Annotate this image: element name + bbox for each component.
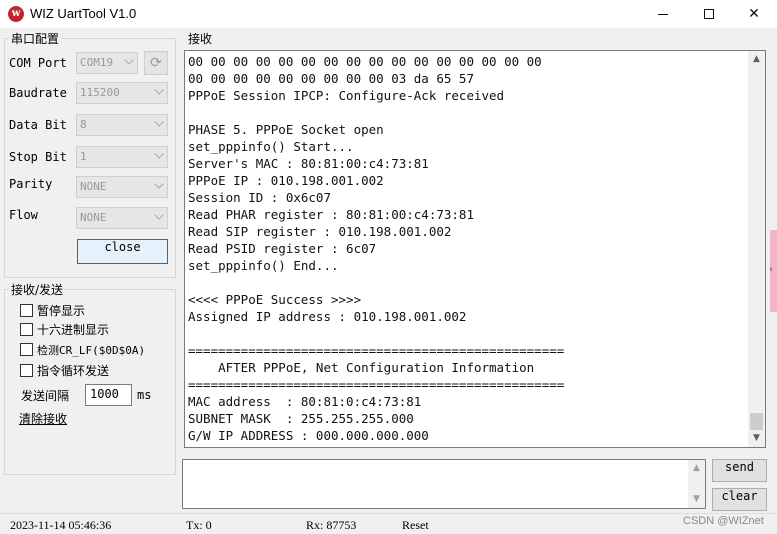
- status-rx-count: Rx: 87753: [306, 518, 357, 532]
- close-window-button[interactable]: ✕: [731, 0, 777, 28]
- send-scrollbar[interactable]: ▲ ▼: [688, 460, 705, 508]
- flow-label: Flow: [9, 208, 38, 222]
- send-interval-label: 发送间隔: [21, 389, 70, 403]
- chevron-down-icon: [124, 55, 134, 65]
- receive-title: 接收: [186, 30, 215, 47]
- baudrate-label: Baudrate: [9, 86, 67, 100]
- refresh-icon: ⟳: [150, 55, 162, 71]
- interval-unit-label: ms: [137, 388, 152, 402]
- baudrate-select[interactable]: 115200: [76, 82, 168, 104]
- minimize-button[interactable]: [640, 0, 686, 28]
- serial-config-title: 串口配置: [9, 30, 62, 47]
- hex-display-label: 十六进制显示: [37, 323, 110, 337]
- loop-send-checkbox[interactable]: [20, 364, 33, 377]
- flow-value: NONE: [80, 211, 107, 224]
- status-tx-count: Tx: 0: [186, 518, 212, 532]
- stop-bit-label: Stop Bit: [9, 150, 67, 164]
- maximize-icon: [704, 9, 714, 19]
- data-bit-value: 8: [80, 118, 87, 131]
- com-port-label: COM Port: [9, 56, 67, 70]
- chevron-left-icon: ‹: [769, 264, 773, 275]
- data-bit-select[interactable]: 8: [76, 114, 168, 136]
- chevron-down-icon: [154, 149, 164, 159]
- parity-value: NONE: [80, 180, 107, 193]
- close-icon: ✕: [748, 6, 760, 22]
- com-port-value: COM19: [80, 56, 114, 69]
- scroll-up-icon[interactable]: ▲: [688, 460, 705, 477]
- scroll-thumb[interactable]: [750, 413, 763, 430]
- pause-display-label: 暂停显示: [37, 304, 86, 318]
- scroll-down-icon[interactable]: ▼: [688, 491, 705, 508]
- send-interval-input[interactable]: 1000: [85, 384, 132, 406]
- chevron-down-icon: [154, 179, 164, 189]
- receive-textarea[interactable]: 00 00 00 00 00 00 00 00 00 00 00 00 00 0…: [184, 50, 766, 448]
- scroll-up-icon[interactable]: ▲: [748, 51, 765, 68]
- flow-select[interactable]: NONE: [76, 207, 168, 229]
- receive-log: 00 00 00 00 00 00 00 00 00 00 00 00 00 0…: [188, 54, 565, 443]
- watermark-text: CSDN @WIZnet: [683, 515, 764, 527]
- chevron-down-icon: [154, 210, 164, 220]
- scroll-down-icon[interactable]: ▼: [748, 430, 765, 447]
- window-title: WIZ UartTool V1.0: [30, 6, 137, 21]
- title-bar: w WIZ UartTool V1.0 ✕: [0, 0, 777, 28]
- pause-display-checkbox[interactable]: [20, 304, 33, 317]
- loop-send-label: 指令循环发送: [37, 364, 110, 378]
- side-collapse-tab[interactable]: ‹: [769, 230, 777, 312]
- chevron-down-icon: [154, 117, 164, 127]
- trx-options-title: 接收/发送: [9, 281, 66, 298]
- maximize-button[interactable]: [686, 0, 732, 28]
- data-bit-label: Data Bit: [9, 118, 67, 132]
- refresh-ports-button[interactable]: ⟳: [144, 51, 168, 75]
- parity-label: Parity: [9, 177, 53, 191]
- stop-bit-value: 1: [80, 150, 87, 163]
- clear-send-button[interactable]: clear: [712, 488, 767, 511]
- receive-scrollbar[interactable]: ▲ ▼: [748, 51, 765, 447]
- com-port-select[interactable]: COM19: [76, 52, 138, 74]
- stop-bit-select[interactable]: 1: [76, 146, 168, 168]
- chevron-down-icon: [154, 85, 164, 95]
- status-datetime: 2023-11-14 05:46:36: [10, 518, 112, 532]
- detect-crlf-checkbox[interactable]: [20, 343, 33, 356]
- send-input[interactable]: ▲ ▼: [182, 459, 706, 509]
- detect-crlf-label: 检测CR_LF($0D$0A): [37, 344, 146, 357]
- parity-select[interactable]: NONE: [76, 176, 168, 198]
- send-button[interactable]: send: [712, 459, 767, 482]
- hex-display-checkbox[interactable]: [20, 323, 33, 336]
- reset-counters-button[interactable]: Reset: [402, 518, 429, 533]
- wiz-logo-icon: w: [8, 6, 24, 22]
- status-bar: 2023-11-14 05:46:36 Tx: 0 Rx: 87753 Rese…: [0, 513, 777, 534]
- baudrate-value: 115200: [80, 86, 120, 99]
- close-port-button[interactable]: close: [77, 239, 168, 264]
- minimize-icon: [658, 13, 668, 15]
- clear-receive-link[interactable]: 清除接收: [19, 410, 67, 427]
